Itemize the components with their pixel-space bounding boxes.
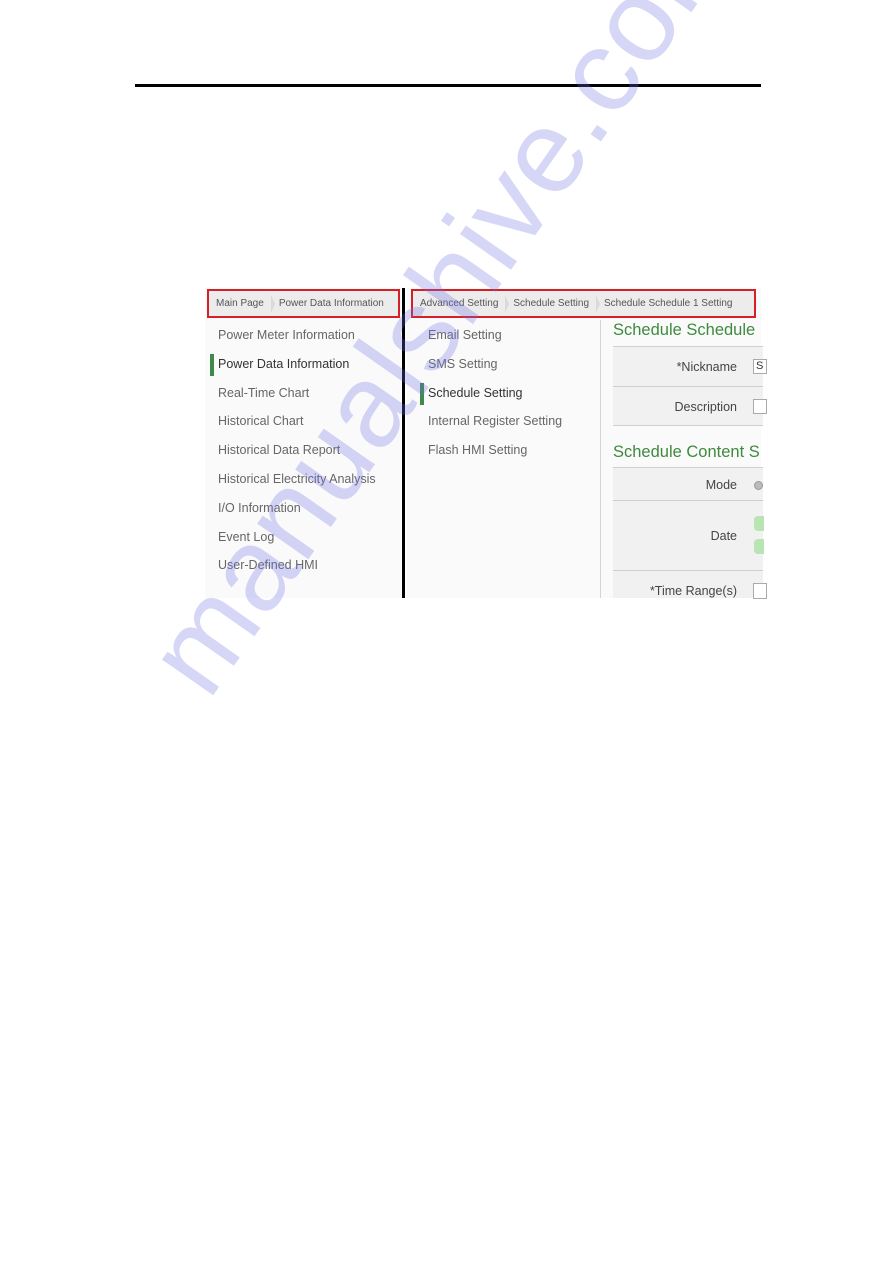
mode-row: Mode	[613, 467, 763, 500]
breadcrumb-schedule-setting[interactable]: Schedule Setting	[506, 291, 600, 316]
description-input[interactable]	[753, 399, 767, 414]
mode-label: Mode	[705, 478, 737, 492]
menu-item-user-defined-hmi[interactable]: User-Defined HMI	[210, 551, 398, 580]
menu-item-event-log[interactable]: Event Log	[210, 523, 398, 552]
mode-radio[interactable]	[754, 481, 763, 490]
time-range-label: *Time Range(s)	[649, 584, 737, 598]
breadcrumb-power-data-information[interactable]: Power Data Information	[272, 291, 392, 316]
date-button-1[interactable]	[754, 516, 764, 531]
menu-item-internal-register-setting[interactable]: Internal Register Setting	[420, 407, 596, 436]
breadcrumb-schedule-1-setting[interactable]: Schedule Schedule 1 Setting	[597, 291, 740, 316]
page-top-rule	[135, 84, 761, 87]
menu-item-io-information[interactable]: I/O Information	[210, 494, 398, 523]
right-breadcrumb-highlight: Advanced Setting Schedule Setting Schedu…	[411, 289, 756, 318]
menu-item-historical-chart[interactable]: Historical Chart	[210, 407, 398, 436]
description-row: Description	[613, 386, 767, 426]
screenshot-divider	[402, 288, 405, 598]
date-row: Date	[613, 500, 764, 570]
time-range-input[interactable]	[753, 583, 767, 599]
breadcrumb-main-page[interactable]: Main Page	[209, 291, 275, 316]
breadcrumb-advanced-setting[interactable]: Advanced Setting	[413, 291, 510, 316]
nickname-label: *Nickname	[676, 360, 737, 374]
nickname-row: *Nickname S	[613, 346, 767, 386]
menu-item-flash-hmi-setting[interactable]: Flash HMI Setting	[420, 436, 596, 465]
schedule-section-title: Schedule Schedule	[613, 321, 756, 339]
menu-item-schedule-setting[interactable]: Schedule Setting	[420, 379, 596, 408]
schedule-content-form-table: Mode Date *Time Range(s)	[613, 467, 767, 599]
menu-item-power-data-information[interactable]: Power Data Information	[210, 350, 398, 379]
date-label: Date	[710, 529, 737, 543]
left-breadcrumb-highlight: Main Page Power Data Information	[207, 289, 400, 318]
description-label: Description	[674, 400, 737, 414]
menu-item-historical-electricity-analysis[interactable]: Historical Electricity Analysis	[210, 465, 398, 494]
menu-item-sms-setting[interactable]: SMS Setting	[420, 350, 596, 379]
schedule-form-table: *Nickname S Description	[613, 346, 767, 426]
schedule-content-section-title: Schedule Content S	[613, 443, 760, 461]
date-button-2[interactable]	[754, 539, 764, 554]
menu-item-email-setting[interactable]: Email Setting	[420, 321, 596, 350]
menu-item-real-time-chart[interactable]: Real-Time Chart	[210, 379, 398, 408]
menu-item-historical-data-report[interactable]: Historical Data Report	[210, 436, 398, 465]
nickname-input[interactable]: S	[753, 359, 767, 374]
time-range-row: *Time Range(s)	[613, 570, 767, 599]
left-sidebar-menu: Power Meter Information Power Data Infor…	[210, 321, 398, 580]
right-sidebar-menu: Email Setting SMS Setting Schedule Setti…	[420, 321, 596, 465]
menu-item-power-meter-information[interactable]: Power Meter Information	[210, 321, 398, 350]
content-separator	[600, 320, 601, 598]
